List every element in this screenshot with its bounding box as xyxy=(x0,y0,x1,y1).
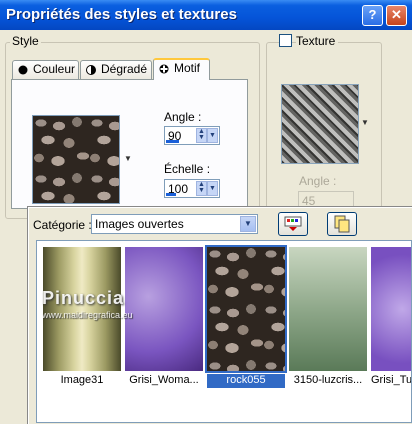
texture-label: Texture xyxy=(296,34,339,48)
thumb-caption: 3150-luzcris... xyxy=(293,374,363,386)
angle-level-bar xyxy=(166,140,179,143)
style-group-label: Style xyxy=(10,34,41,48)
angle-label: Angle : xyxy=(164,110,202,124)
watermark-logo: Pinuccia xyxy=(42,288,125,308)
pattern-thumb-image31[interactable] xyxy=(43,247,121,371)
thumb-caption: Grisi_Tu xyxy=(371,374,411,386)
tab-motif-label: Motif xyxy=(174,61,201,75)
category-select[interactable]: Images ouvertes ▼ xyxy=(91,214,258,234)
gradient-icon xyxy=(86,65,96,75)
pattern-icon xyxy=(159,64,169,74)
scale-spin-icon[interactable]: ▲ ▼ xyxy=(196,181,207,196)
pattern-thumb-grisi-tu[interactable] xyxy=(371,247,411,371)
category-value: Images ouvertes xyxy=(95,217,184,231)
pattern-thumb-grisi-woman[interactable] xyxy=(125,247,203,371)
title-bar[interactable]: Propriétés des styles et textures ? ✕ xyxy=(0,0,412,30)
pattern-gallery[interactable]: Image31 Grisi_Woma... rock055 3150-luzcr… xyxy=(36,240,412,423)
tab-motif[interactable]: Motif xyxy=(153,58,210,80)
copy-pattern-button[interactable] xyxy=(327,212,357,236)
tab-degrade-label: Dégradé xyxy=(101,62,148,76)
copy-icon xyxy=(334,215,350,233)
tab-degrade[interactable]: Dégradé xyxy=(80,60,152,79)
chevron-down-icon[interactable]: ▼ xyxy=(124,154,132,163)
palette-icon xyxy=(284,216,302,231)
thumb-caption: rock055 xyxy=(207,374,285,388)
pattern-options-button[interactable] xyxy=(278,212,308,236)
watermark-url: www.maidiregrafica.eu xyxy=(42,310,133,320)
angle-spin-icon[interactable]: ▲ ▼ xyxy=(196,128,207,143)
thumb-caption: Grisi_Woma... xyxy=(129,374,199,386)
chevron-down-icon[interactable]: ▼ xyxy=(240,216,256,232)
pattern-preview[interactable] xyxy=(32,115,120,204)
tab-couleur-label: Couleur xyxy=(33,62,76,76)
pattern-thumb-luzcris[interactable] xyxy=(289,247,367,371)
tab-couleur[interactable]: Couleur xyxy=(12,60,79,79)
close-button[interactable]: ✕ xyxy=(386,5,407,26)
solid-color-icon xyxy=(18,65,28,75)
scale-stepper[interactable]: 100 ▲ ▼ ▼ xyxy=(164,179,220,198)
help-button[interactable]: ? xyxy=(362,5,383,26)
texture-angle-value: 45 xyxy=(302,194,316,208)
pattern-thumb-rock055[interactable] xyxy=(205,245,287,373)
thumb-caption: Image31 xyxy=(60,374,104,386)
angle-dropdown-icon[interactable]: ▼ xyxy=(207,128,218,143)
category-label: Catégorie : xyxy=(33,218,92,232)
chevron-down-icon[interactable]: ▼ xyxy=(361,118,369,127)
window-title: Propriétés des styles et textures xyxy=(6,6,237,23)
scale-dropdown-icon[interactable]: ▼ xyxy=(207,181,218,196)
texture-preview[interactable] xyxy=(281,84,359,164)
scale-level-bar xyxy=(166,193,176,196)
angle-stepper[interactable]: 90 ▲ ▼ ▼ xyxy=(164,126,220,145)
scale-label: Échelle : xyxy=(164,162,211,176)
texture-angle-label: Angle : xyxy=(299,174,337,188)
texture-checkbox[interactable] xyxy=(279,34,292,47)
